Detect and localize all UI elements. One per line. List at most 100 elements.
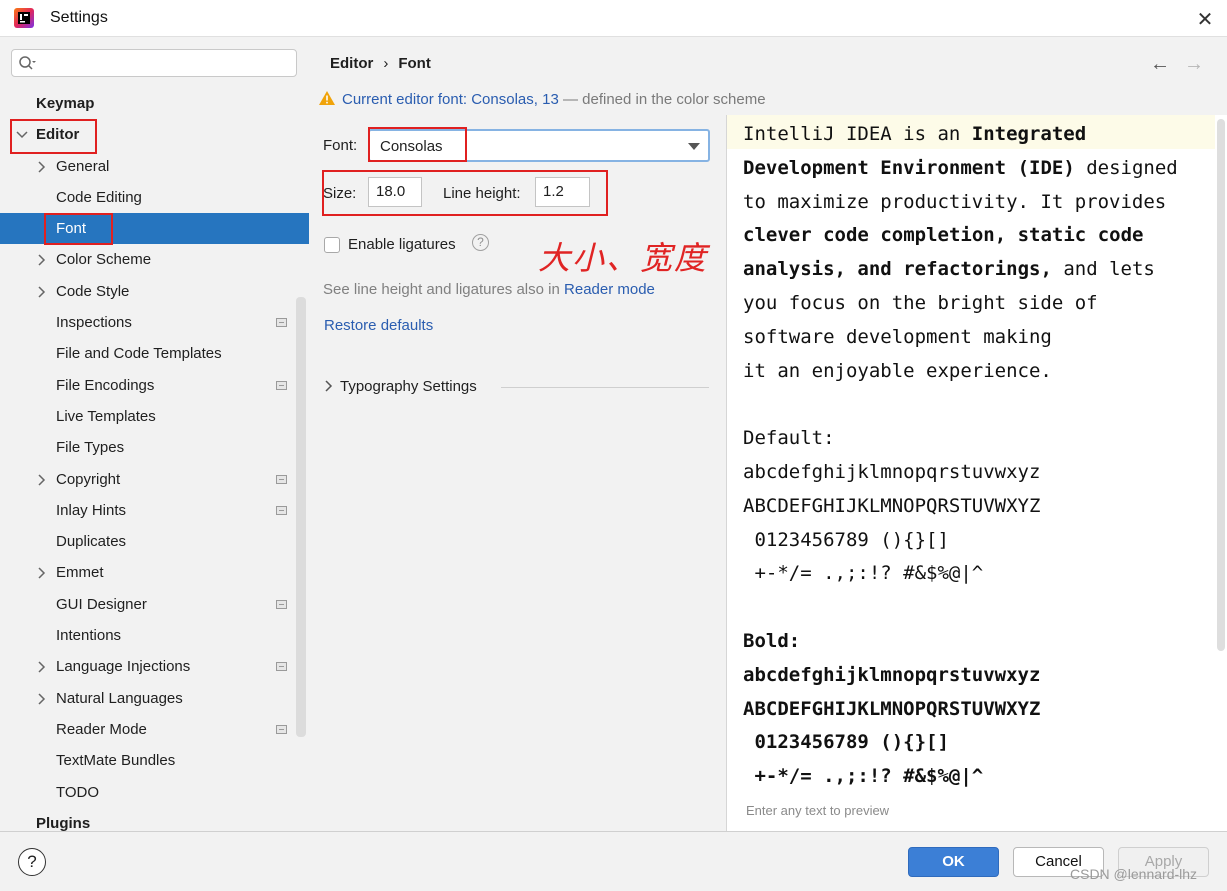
sidebar-item-inspections[interactable]: Inspections xyxy=(0,307,309,338)
sidebar-item-label: Duplicates xyxy=(56,533,127,551)
size-input[interactable]: 18.0 xyxy=(368,177,422,207)
chevron-right-icon[interactable] xyxy=(36,474,48,486)
enable-ligatures-label[interactable]: Enable ligatures xyxy=(348,236,456,253)
enable-ligatures-checkbox[interactable] xyxy=(324,237,340,253)
sidebar-item-label: Natural Languages xyxy=(56,689,183,707)
search-icon xyxy=(19,56,36,70)
sidebar-item-todo[interactable]: TODO xyxy=(0,777,309,808)
chevron-right-icon[interactable] xyxy=(36,161,48,173)
typography-settings-toggle[interactable]: Typography Settings xyxy=(324,378,477,395)
sidebar-item-color-scheme[interactable]: Color Scheme xyxy=(0,244,309,275)
sidebar-item-natural-languages[interactable]: Natural Languages xyxy=(0,683,309,714)
hint-text: See line height and ligatures also in xyxy=(323,281,560,298)
sidebar-item-emmet[interactable]: Emmet xyxy=(0,557,309,588)
font-notice: Current editor font: Consolas, 13 — defi… xyxy=(318,90,766,108)
font-label: Font: xyxy=(323,137,358,154)
help-icon[interactable]: ? xyxy=(472,234,489,251)
sidebar-item-textmate-bundles[interactable]: TextMate Bundles xyxy=(0,745,309,776)
main-panel: Editor › Font ← → Current editor font: Con… xyxy=(310,37,1227,831)
sidebar-item-label: Copyright xyxy=(56,470,121,488)
chevron-right-icon[interactable] xyxy=(36,286,48,298)
reader-mode-link[interactable]: Reader mode xyxy=(564,281,655,298)
sidebar-item-label: Keymap xyxy=(36,95,95,112)
sidebar-item-reader-mode[interactable]: Reader Mode xyxy=(0,714,309,745)
close-window-button[interactable]: ✕ xyxy=(1195,7,1215,32)
breadcrumb: Editor › Font xyxy=(330,55,431,72)
search-input[interactable] xyxy=(42,53,291,75)
sidebar-item-file-encodings[interactable]: File Encodings xyxy=(0,370,309,401)
sidebar-item-intentions[interactable]: Intentions xyxy=(0,620,309,651)
sidebar-item-label: GUI Designer xyxy=(56,595,147,613)
sidebar-item-copyright[interactable]: Copyright xyxy=(0,464,309,495)
font-select[interactable]: Consolas xyxy=(368,129,710,162)
chevron-down-icon xyxy=(688,143,700,150)
forward-arrow-icon[interactable]: → xyxy=(1184,53,1204,76)
divider xyxy=(501,387,709,388)
back-arrow-icon[interactable]: ← xyxy=(1150,53,1170,76)
title-bar: Settings ✕ xyxy=(0,0,1227,37)
preview-default-label: Default: xyxy=(743,427,835,450)
sidebar-scrollbar[interactable] xyxy=(296,297,306,737)
sidebar-item-file-types[interactable]: File Types xyxy=(0,432,309,463)
chevron-down-icon[interactable] xyxy=(16,129,28,141)
chevron-right-icon[interactable] xyxy=(36,693,48,705)
sidebar-item-label: Language Injections xyxy=(56,658,191,676)
preview-bold-symbols: +-*/= .,;:!? #&$%@|^ xyxy=(743,765,984,788)
current-font-link[interactable]: Current editor font: Consolas, 13 xyxy=(342,91,559,108)
sidebar-item-label: Code Style xyxy=(56,282,130,300)
settings-search[interactable] xyxy=(11,49,297,77)
project-scope-icon xyxy=(276,724,287,734)
sidebar-item-label: Inlay Hints xyxy=(56,501,127,519)
sidebar-item-editor[interactable]: Editor xyxy=(0,119,309,150)
watermark: CSDN @lennard-lhz xyxy=(1070,866,1198,882)
ok-button[interactable]: OK xyxy=(908,847,999,877)
project-scope-icon xyxy=(276,318,287,328)
sidebar-item-label: Live Templates xyxy=(56,407,156,425)
line-height-input[interactable]: 1.2 xyxy=(535,177,590,207)
settings-sidebar: Keymap Editor General Code Editing Font Color… xyxy=(0,37,309,831)
sidebar-item-keymap[interactable]: Keymap xyxy=(0,88,309,119)
preview-bold-lower: abcdefghijklmnopqrstuvwxyz xyxy=(743,663,1041,686)
preview-text[interactable]: IntelliJ IDEA is an Integrated Developme… xyxy=(743,118,1178,794)
sidebar-item-language-injections[interactable]: Language Injections xyxy=(0,651,309,682)
size-label: Size: xyxy=(323,185,357,202)
sidebar-item-plugins[interactable]: Plugins xyxy=(0,808,309,831)
sidebar-item-live-templates[interactable]: Live Templates xyxy=(0,401,309,432)
project-scope-icon xyxy=(276,662,287,672)
preview-bold-upper: ABCDEFGHIJKLMNOPQRSTUVWXYZ xyxy=(743,697,1041,720)
chevron-right-icon xyxy=(325,380,333,392)
sidebar-item-gui-designer[interactable]: GUI Designer xyxy=(0,589,309,620)
sidebar-item-general[interactable]: General xyxy=(0,151,309,182)
sidebar-item-code-editing[interactable]: Code Editing xyxy=(0,182,309,213)
sidebar-item-label: File Types xyxy=(56,439,125,457)
chevron-right-icon[interactable] xyxy=(36,567,48,579)
preview-scrollbar[interactable] xyxy=(1217,119,1225,651)
sidebar-item-duplicates[interactable]: Duplicates xyxy=(0,526,309,557)
preview-footer: Enter any text to preview xyxy=(746,803,890,818)
sidebar-item-label: Plugins xyxy=(36,814,91,831)
sidebar-item-label: Editor xyxy=(36,126,80,144)
sidebar-item-file-and-code-templates[interactable]: File and Code Templates xyxy=(0,338,309,369)
help-button[interactable]: ? xyxy=(18,848,46,876)
handwritten-annotation: 大小、宽度 xyxy=(538,239,709,277)
sidebar-item-font[interactable]: Font xyxy=(0,213,309,245)
sidebar-item-label: Reader Mode xyxy=(56,720,147,738)
preview-bold-digits: 0123456789 (){}[] xyxy=(743,731,949,754)
restore-defaults-link[interactable]: Restore defaults xyxy=(324,317,433,334)
font-preview[interactable]: IntelliJ IDEA is an Integrated Developme… xyxy=(726,115,1227,831)
breadcrumb-editor[interactable]: Editor xyxy=(330,55,373,72)
sidebar-item-label: Code Editing xyxy=(56,188,142,206)
sidebar-item-code-style[interactable]: Code Style xyxy=(0,276,309,307)
project-scope-icon xyxy=(276,505,287,515)
sidebar-item-label: File and Code Templates xyxy=(56,345,222,363)
chevron-right-icon[interactable] xyxy=(36,661,48,673)
preview-default-lower: abcdefghijklmnopqrstuvwxyz xyxy=(743,460,1041,483)
project-scope-icon xyxy=(276,599,287,609)
sidebar-item-label: Intentions xyxy=(56,627,122,645)
chevron-right-icon[interactable] xyxy=(36,254,48,267)
intellij-logo-icon xyxy=(14,8,34,28)
preview-default-upper: ABCDEFGHIJKLMNOPQRSTUVWXYZ xyxy=(743,494,1041,517)
sidebar-item-label: TextMate Bundles xyxy=(56,752,176,770)
sidebar-item-inlay-hints[interactable]: Inlay Hints xyxy=(0,495,309,526)
sidebar-item-label: Emmet xyxy=(56,564,104,582)
